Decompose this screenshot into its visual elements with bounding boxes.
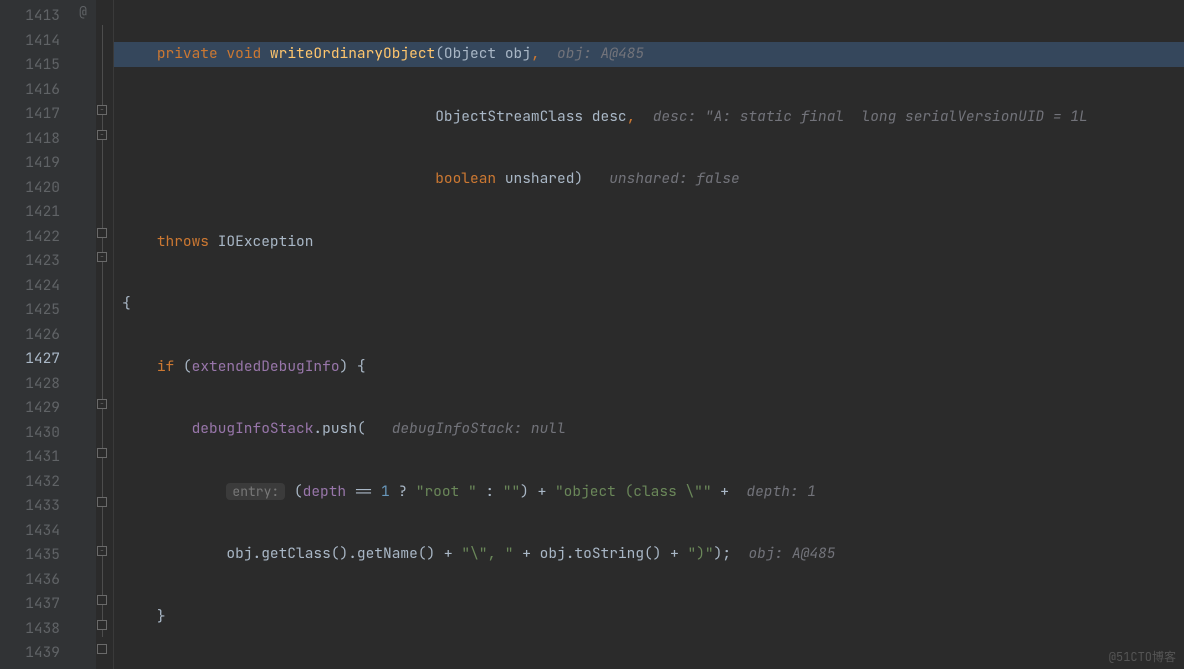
line-number[interactable]: 1424: [10, 274, 60, 299]
watermark-text: @51CTO博客: [1109, 648, 1176, 665]
line-number[interactable]: 1417: [10, 102, 60, 127]
fold-end-icon[interactable]: [97, 228, 107, 238]
line-number[interactable]: 1418: [10, 127, 60, 152]
inline-hint: unshared: false: [609, 169, 740, 188]
fold-toggle-icon[interactable]: −: [97, 130, 107, 140]
code-line[interactable]: debugInfoStack.push( debugInfoStack: nul…: [114, 417, 1184, 442]
fold-toggle-icon[interactable]: −: [97, 105, 107, 115]
fold-gutter[interactable]: − − − − −: [96, 0, 114, 669]
fold-toggle-icon[interactable]: −: [97, 546, 107, 556]
gutter-marker[interactable]: @: [70, 0, 96, 25]
line-number[interactable]: 1426: [10, 323, 60, 348]
code-line[interactable]: ObjectStreamClass desc, desc: "A: static…: [114, 105, 1184, 130]
code-editor[interactable]: 1413 1414 1415 1416 1417 1418 1419 1420 …: [0, 0, 1184, 669]
line-number[interactable]: 1436: [10, 568, 60, 593]
line-number[interactable]: 1435: [10, 543, 60, 568]
fold-end-icon[interactable]: [97, 497, 107, 507]
parameter-hint: entry:: [226, 483, 285, 500]
fold-end-icon[interactable]: [97, 448, 107, 458]
inline-hint: desc: "A: static final long serialVersio…: [653, 107, 1088, 126]
breakpoint-gutter[interactable]: @: [70, 0, 96, 669]
code-area[interactable]: private void writeOrdinaryObject(Object …: [114, 0, 1184, 669]
line-number[interactable]: 1421: [10, 200, 60, 225]
code-line[interactable]: }: [114, 605, 1184, 630]
inline-hint: obj: A@485: [748, 544, 835, 563]
line-number[interactable]: 1423: [10, 249, 60, 274]
line-number[interactable]: 1431: [10, 445, 60, 470]
line-number[interactable]: 1415: [10, 53, 60, 78]
code-line[interactable]: private void writeOrdinaryObject(Object …: [114, 42, 1184, 67]
line-number-current[interactable]: 1427: [10, 347, 60, 372]
line-number[interactable]: 1428: [10, 372, 60, 397]
code-line[interactable]: obj.getClass().getName() + "\", " + obj.…: [114, 542, 1184, 567]
line-number[interactable]: 1422: [10, 225, 60, 250]
code-line[interactable]: if (extendedDebugInfo) {: [114, 355, 1184, 380]
line-number[interactable]: 1430: [10, 421, 60, 446]
line-number[interactable]: 1434: [10, 519, 60, 544]
line-number[interactable]: 1438: [10, 617, 60, 642]
line-number[interactable]: 1437: [10, 592, 60, 617]
line-number[interactable]: 1413: [10, 4, 60, 29]
line-number[interactable]: 1420: [10, 176, 60, 201]
fold-toggle-icon[interactable]: −: [97, 399, 107, 409]
line-number[interactable]: 1432: [10, 470, 60, 495]
inline-hint: depth: 1: [746, 482, 816, 501]
fold-toggle-icon[interactable]: −: [97, 252, 107, 262]
line-number[interactable]: 1425: [10, 298, 60, 323]
code-line[interactable]: throws IOException: [114, 230, 1184, 255]
line-number[interactable]: 1439: [10, 641, 60, 666]
line-number[interactable]: 1414: [10, 29, 60, 54]
line-number-gutter[interactable]: 1413 1414 1415 1416 1417 1418 1419 1420 …: [0, 0, 70, 669]
line-number[interactable]: 1416: [10, 78, 60, 103]
line-number[interactable]: 1429: [10, 396, 60, 421]
code-line[interactable]: {: [114, 292, 1184, 317]
code-line[interactable]: entry: (depth == 1 ? "root " : "") + "ob…: [114, 480, 1184, 505]
inline-hint: debugInfoStack: null: [392, 419, 566, 438]
code-line[interactable]: boolean unshared) unshared: false: [114, 167, 1184, 192]
inline-hint: obj: A@485: [557, 44, 644, 63]
fold-end-icon[interactable]: [97, 595, 107, 605]
fold-end-icon[interactable]: [97, 644, 107, 654]
fold-end-icon[interactable]: [97, 620, 107, 630]
line-number[interactable]: 1419: [10, 151, 60, 176]
line-number[interactable]: 1433: [10, 494, 60, 519]
